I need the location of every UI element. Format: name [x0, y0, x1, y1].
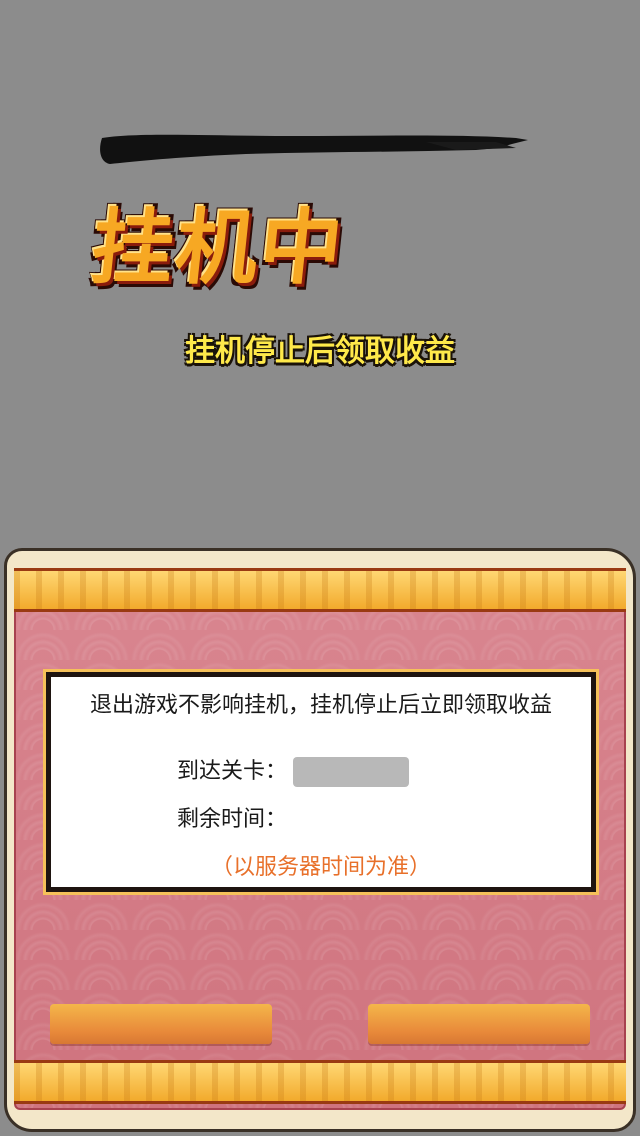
idle-title: 挂机中 — [87, 198, 392, 308]
level-label: 到达关卡： — [177, 759, 288, 784]
idle-subtitle: 挂机停止后领取收益 — [185, 334, 455, 369]
right-action-button[interactable] — [368, 1004, 590, 1044]
ink-brush-stroke — [100, 134, 528, 164]
left-action-button[interactable] — [50, 1004, 272, 1044]
idle-title-text: 挂机中 — [86, 200, 350, 296]
level-value — [293, 757, 409, 787]
top-gold-band — [14, 568, 626, 612]
bottom-gold-band — [14, 1060, 626, 1104]
remaining-time-label: 剩余时间： — [177, 807, 288, 832]
notice-text: 退出游戏不影响挂机，挂机停止后立即领取收益 — [89, 693, 552, 718]
server-time-note: （以服务器时间为准） — [210, 855, 431, 880]
info-box: 退出游戏不影响挂机，挂机停止后立即领取收益 到达关卡： 剩余时间： （以服务器时… — [43, 669, 599, 895]
reward-scroll-panel: 退出游戏不影响挂机，挂机停止后立即领取收益 到达关卡： 剩余时间： （以服务器时… — [0, 540, 640, 1136]
